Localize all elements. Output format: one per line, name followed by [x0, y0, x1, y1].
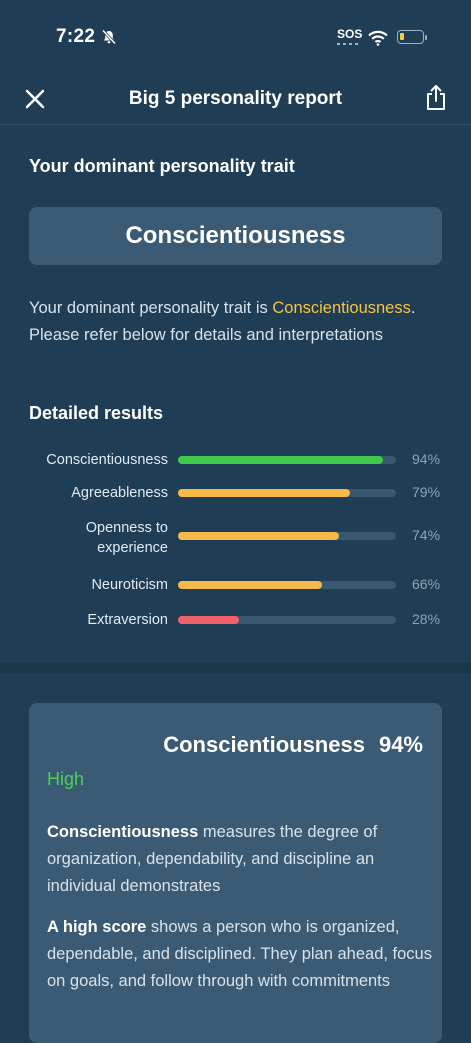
clock: 7:22 [56, 26, 96, 47]
result-label: Extraversion [87, 612, 168, 628]
trait-measure-text: Conscientiousness measures the degree of… [47, 819, 432, 900]
result-label: Agreeableness [71, 485, 168, 501]
result-bar-fill [178, 489, 351, 497]
result-bar-fill [178, 456, 383, 464]
dominant-trait-card: Conscientiousness [29, 207, 442, 265]
result-bar-track [178, 581, 396, 589]
page-title: Big 5 personality report [128, 88, 343, 109]
result-percent: 66% [412, 576, 441, 592]
trait-detail-percent: 94% [378, 732, 423, 757]
dominant-trait-description: Your dominant personality trait is Consc… [29, 295, 449, 349]
trait-detail-card: Conscientiousness 94% High Conscientiousn… [29, 703, 442, 1043]
section-divider [0, 663, 471, 673]
result-bar-track [178, 456, 396, 464]
measure-bold: Conscientiousness [47, 823, 199, 841]
share-icon[interactable] [424, 84, 448, 111]
detailed-results-heading: Detailed results [29, 403, 164, 423]
result-label: Conscientiousness [46, 452, 168, 468]
battery-tip [425, 35, 427, 40]
trait-detail-header: Conscientiousness 94% [163, 732, 423, 758]
result-percent: 94% [412, 451, 441, 467]
desc-prefix: Your dominant personality trait is [29, 299, 273, 317]
bell-muted-icon [101, 29, 117, 45]
result-bar-fill [178, 532, 340, 540]
dominant-trait-heading: Your dominant personality trait [29, 156, 295, 176]
signal-dots [337, 43, 361, 45]
result-percent: 74% [412, 527, 441, 543]
result-bar-track [178, 532, 396, 540]
high-score-bold: A high score [47, 918, 147, 936]
trait-level-label: High [47, 769, 85, 789]
desc-trait-highlight: Conscientiousness [272, 299, 411, 317]
battery-icon [397, 30, 424, 44]
wifi-icon [368, 30, 388, 46]
result-bar-track [178, 489, 396, 497]
status-bar: 7:22 SOS [0, 0, 471, 75]
trait-detail-name: Conscientiousness [163, 732, 365, 757]
result-label: Openness to experience [85, 520, 168, 556]
nav-bar: Big 5 personality report [0, 75, 471, 125]
result-label: Neuroticism [91, 577, 168, 593]
result-percent: 79% [412, 484, 441, 500]
result-bar-fill [178, 581, 322, 589]
result-bar-fill [178, 616, 240, 624]
trait-high-score-text: A high score shows a person who is organ… [47, 914, 432, 995]
result-percent: 28% [412, 611, 441, 627]
result-bar-track [178, 616, 396, 624]
sos-indicator: SOS [337, 27, 363, 41]
